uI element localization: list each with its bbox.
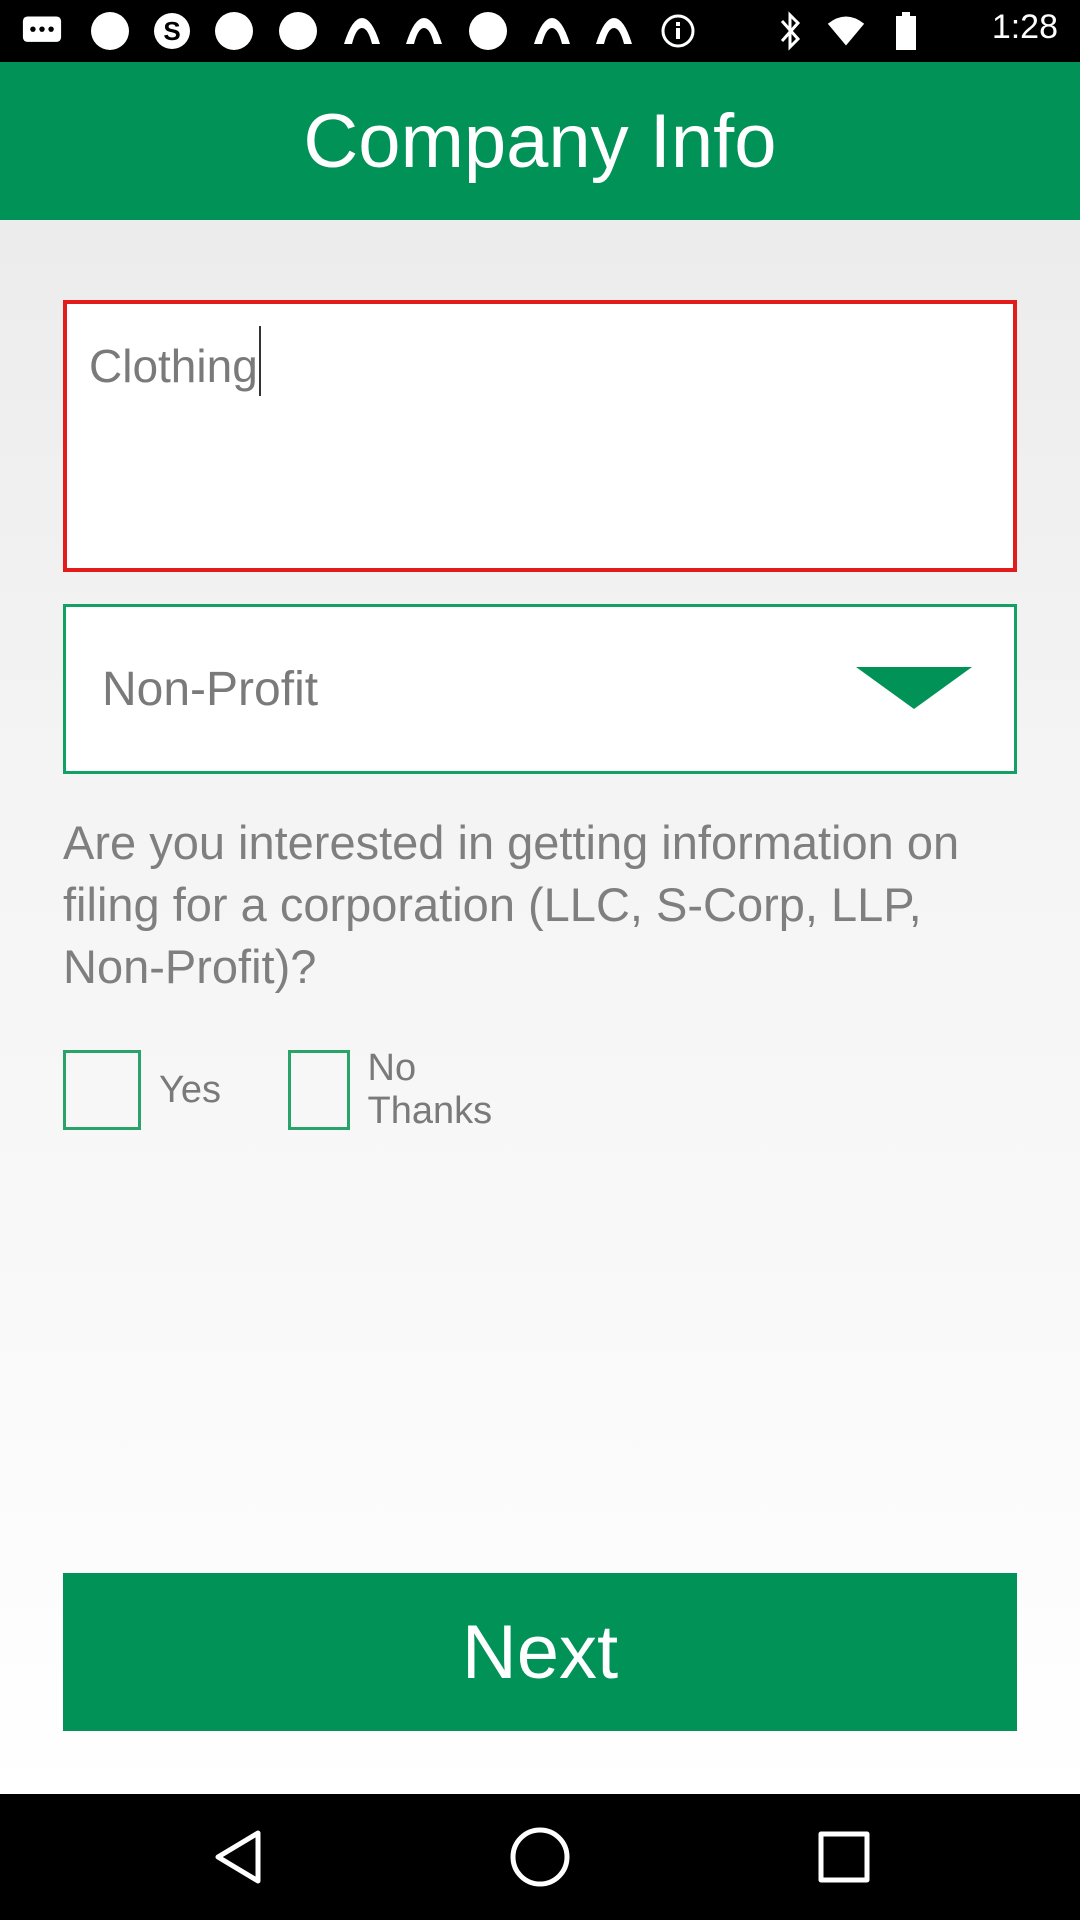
status-time: 1:28: [991, 8, 1058, 46]
industry-value: Clothing: [89, 340, 258, 392]
no-thanks-label: No Thanks: [367, 1047, 493, 1132]
battery-icon: [886, 11, 926, 51]
home-icon[interactable]: [500, 1817, 580, 1897]
wave-icon: [594, 11, 634, 51]
skype-icon: S: [152, 11, 192, 51]
corporation-question: Are you interested in getting informatio…: [63, 816, 960, 993]
yes-checkbox[interactable]: [63, 1050, 141, 1130]
wave-icon: [404, 11, 444, 51]
circle-icon: [278, 11, 318, 51]
svg-text:S: S: [163, 16, 180, 46]
yes-label: Yes: [159, 1068, 221, 1111]
next-button[interactable]: Next: [63, 1573, 1017, 1731]
recents-icon[interactable]: [804, 1817, 884, 1897]
navigation-bar: [0, 1794, 1080, 1920]
messaging-icon: [22, 11, 62, 51]
circle-icon: [468, 11, 508, 51]
dropdown-selected-value: Non-Profit: [102, 662, 319, 716]
industry-textarea[interactable]: Clothing: [63, 300, 1017, 572]
text-cursor: [258, 326, 261, 396]
app-bar: Company Info: [0, 62, 1080, 220]
no-thanks-checkbox[interactable]: [288, 1050, 350, 1130]
form-content: Clothing Non-Profit Are you interested i…: [0, 220, 1080, 1794]
back-icon[interactable]: [198, 1817, 278, 1897]
wifi-icon: [826, 11, 866, 51]
page-title: Company Info: [303, 98, 777, 184]
info-icon: [658, 11, 698, 51]
status-bar: S 1:28: [0, 0, 1080, 62]
option-no-thanks[interactable]: No Thanks: [288, 1047, 509, 1132]
circle-icon: [214, 11, 254, 51]
option-yes[interactable]: Yes: [63, 1050, 221, 1130]
wave-icon: [342, 11, 382, 51]
wave-icon: [532, 11, 572, 51]
next-label: Next: [461, 1609, 619, 1695]
circle-icon: [90, 11, 130, 51]
chevron-down-icon: [856, 667, 972, 709]
business-type-dropdown[interactable]: Non-Profit: [63, 604, 1017, 774]
bluetooth-icon: [770, 11, 810, 51]
